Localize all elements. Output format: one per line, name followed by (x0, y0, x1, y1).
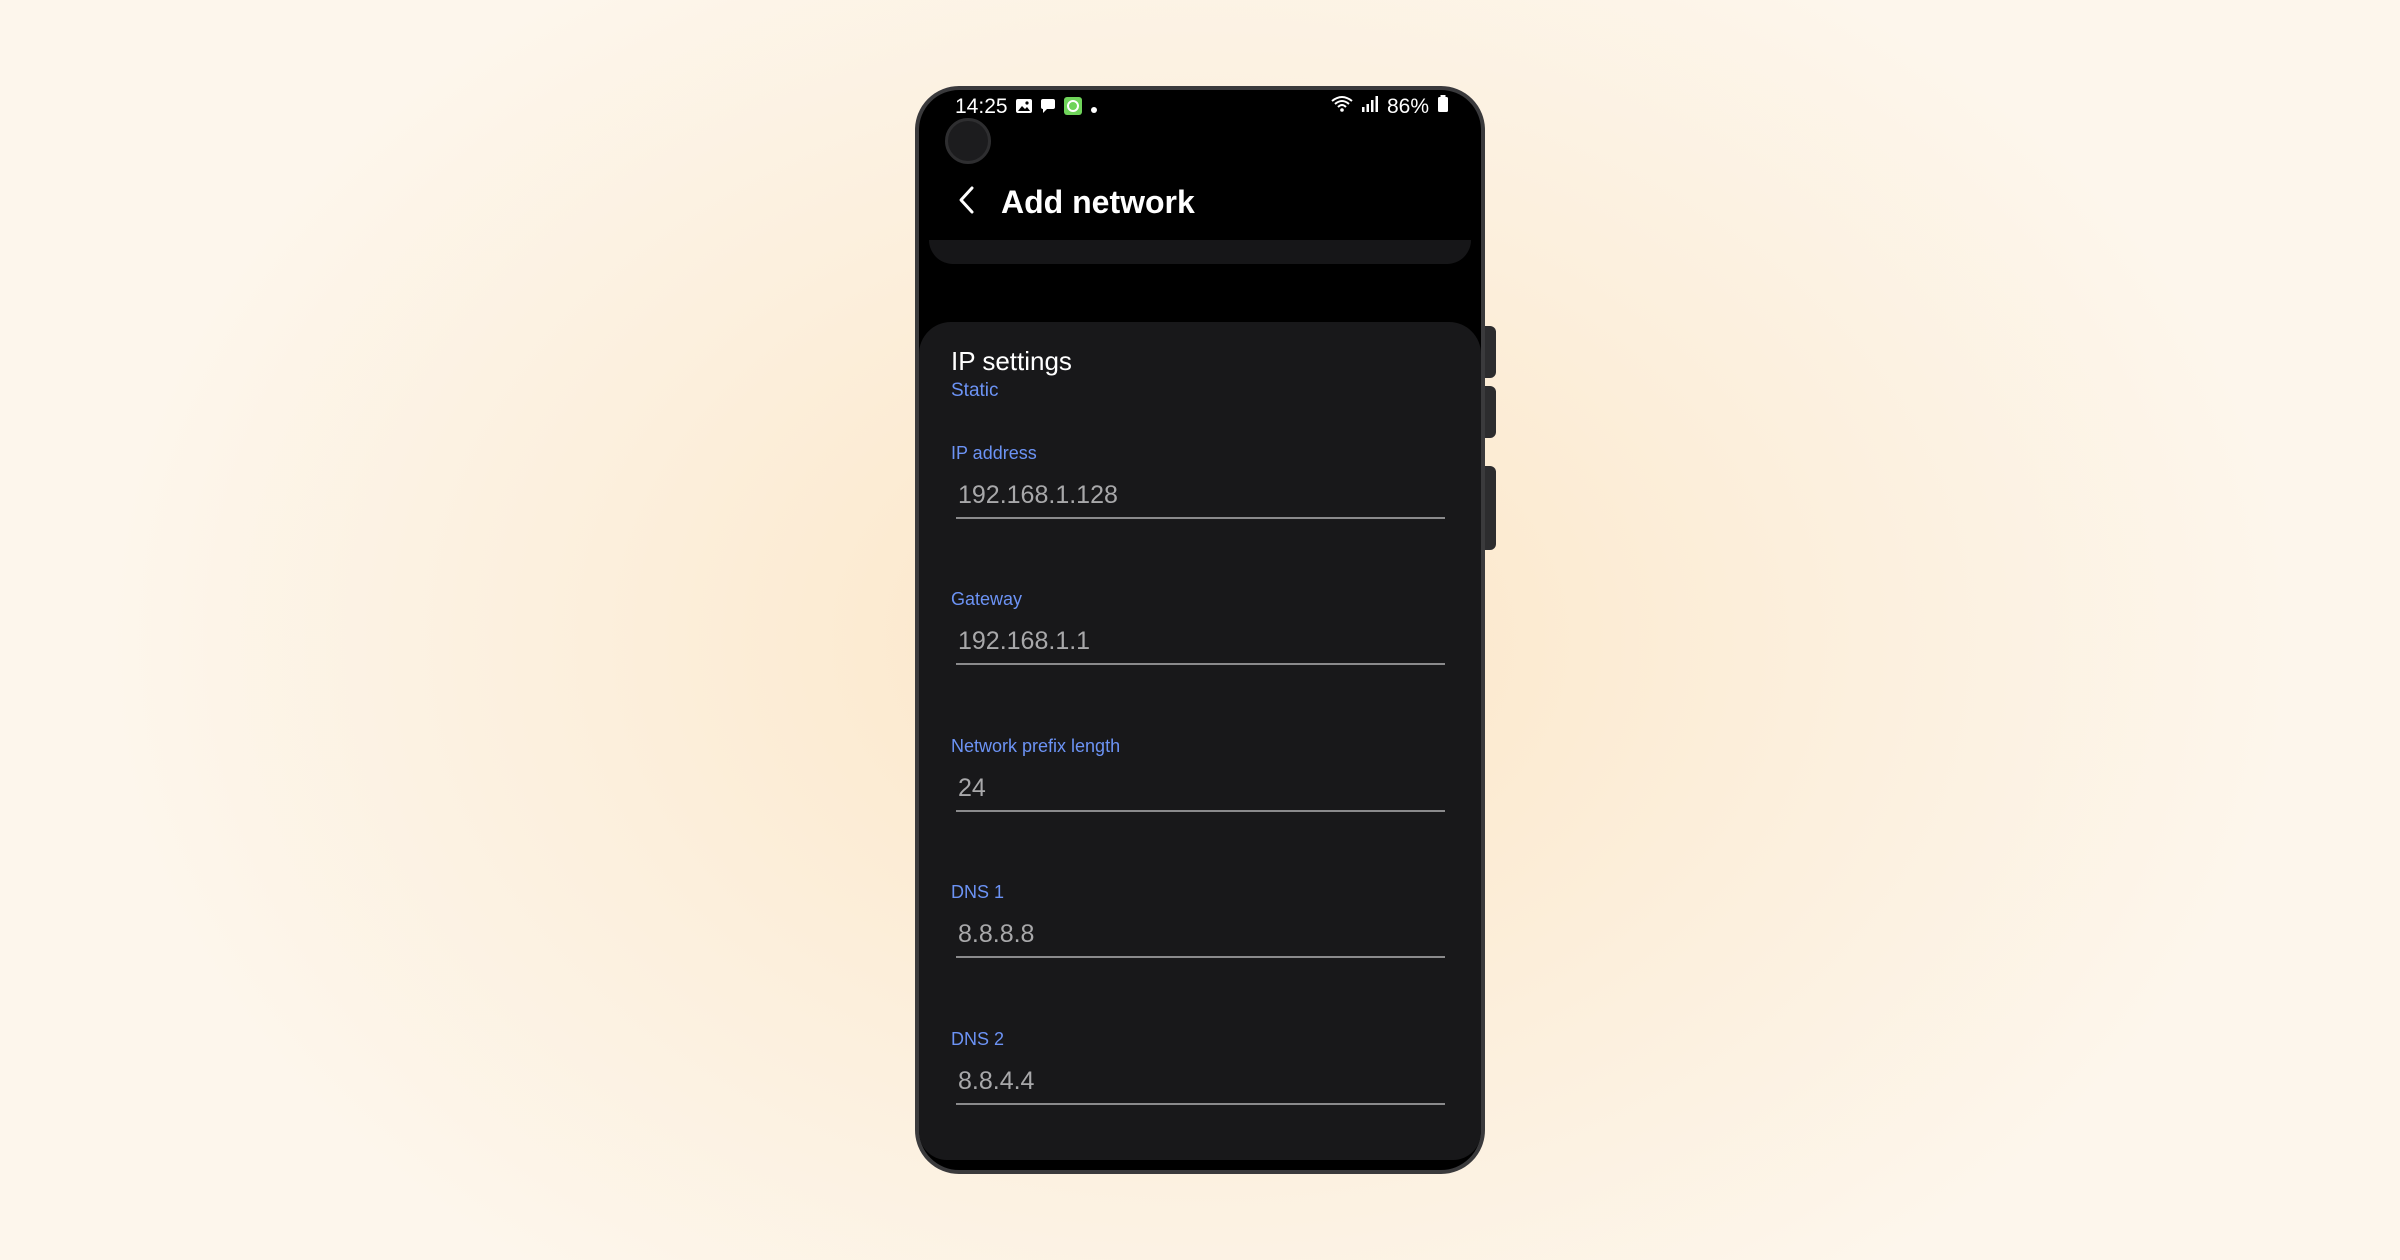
chat-icon (1039, 97, 1057, 121)
prefix-length-field: Network prefix length 24 (951, 736, 1445, 836)
app-notification-icon (1063, 96, 1083, 122)
system-icons: 86% (1331, 95, 1449, 119)
gateway-label: Gateway (951, 589, 1023, 609)
phone-frame: 14:25 86% Add network IP settings Static… (915, 86, 1485, 1174)
ip-address-input[interactable]: 192.168.1.128 (956, 471, 1445, 519)
dns1-input[interactable]: 8.8.8.8 (956, 910, 1445, 958)
battery-icon (1437, 95, 1449, 119)
notification-icons (1015, 96, 1099, 122)
signal-icon (1361, 95, 1379, 119)
dns1-label: DNS 1 (951, 882, 1005, 902)
prefix-length-input[interactable]: 24 (956, 764, 1445, 812)
dns2-input[interactable]: 8.8.4.4 (956, 1057, 1445, 1105)
status-time: 14:25 (955, 95, 1008, 118)
ip-settings-card: IP settings Static IP address 192.168.1.… (919, 322, 1481, 1160)
page-title: Add network (1001, 184, 1195, 220)
ip-address-field: IP address 192.168.1.128 (951, 443, 1445, 543)
battery-percent: 86% (1386, 95, 1429, 118)
back-button[interactable] (947, 182, 987, 222)
app-header: Add network (919, 170, 1481, 240)
ip-settings-mode[interactable]: Static (951, 380, 999, 402)
wifi-icon (1331, 95, 1353, 119)
front-camera (945, 118, 991, 164)
gateway-field: Gateway 192.168.1.1 (951, 589, 1445, 689)
dns2-label: DNS 2 (951, 1029, 1005, 1049)
dns2-field: DNS 2 8.8.4.4 (951, 1029, 1445, 1129)
gallery-icon (1015, 97, 1033, 121)
previous-section-edge (929, 240, 1471, 264)
ip-address-label: IP address (951, 443, 1037, 463)
ip-settings-title[interactable]: IP settings (951, 346, 1072, 377)
status-bar: 14:25 86% (919, 90, 1481, 126)
dns1-field: DNS 1 8.8.8.8 (951, 882, 1445, 982)
dot-icon (1089, 97, 1099, 121)
gateway-input[interactable]: 192.168.1.1 (956, 617, 1445, 665)
prefix-length-label: Network prefix length (951, 736, 1121, 756)
back-arrow-icon (957, 185, 977, 220)
